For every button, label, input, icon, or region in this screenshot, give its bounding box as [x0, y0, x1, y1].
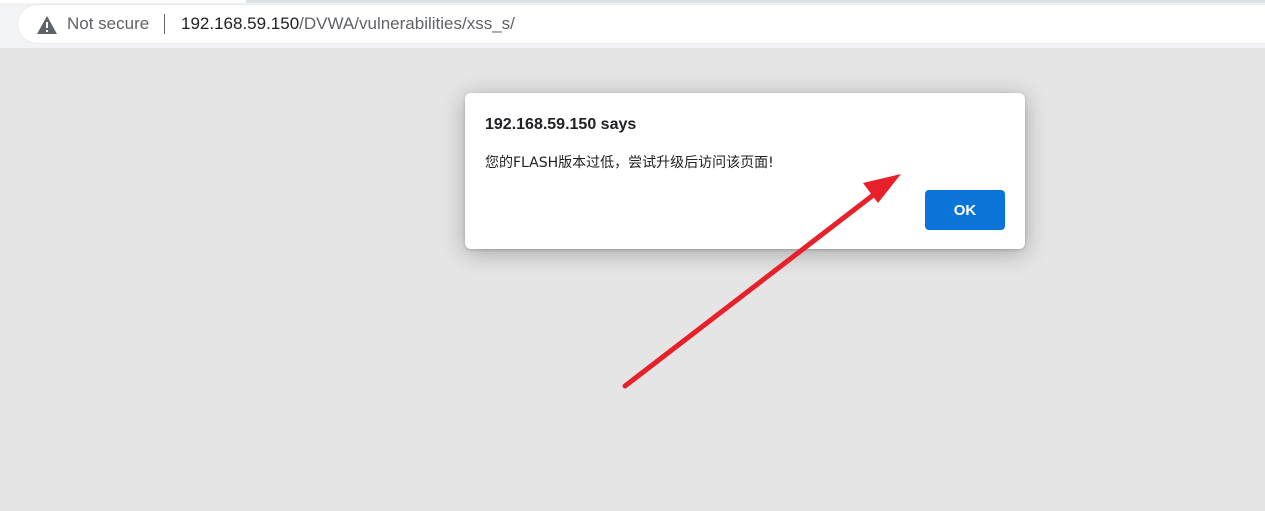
- active-tab-edge: [0, 0, 246, 3]
- alert-dialog: 192.168.59.150 says 您的FLASH版本过低，尝试升级后访问该…: [465, 93, 1025, 249]
- dialog-title: 192.168.59.150 says: [485, 116, 637, 133]
- warning-triangle-icon[interactable]: [36, 15, 58, 35]
- ok-button[interactable]: OK: [925, 190, 1005, 230]
- address-bar[interactable]: Not secure 192.168.59.150/DVWA/vulnerabi…: [18, 5, 1265, 43]
- page-content: 192.168.59.150 says 您的FLASH版本过低，尝试升级后访问该…: [0, 48, 1265, 511]
- dialog-message: 您的FLASH版本过低，尝试升级后访问该页面!: [485, 155, 774, 171]
- security-status-label[interactable]: Not secure: [67, 14, 149, 34]
- url-host: 192.168.59.150: [181, 14, 300, 33]
- browser-toolbar: Not secure 192.168.59.150/DVWA/vulnerabi…: [0, 0, 1265, 48]
- address-divider: [164, 14, 165, 34]
- url-path: /DVWA/vulnerabilities/xss_s/: [299, 14, 515, 33]
- url-text[interactable]: 192.168.59.150/DVWA/vulnerabilities/xss_…: [181, 14, 515, 34]
